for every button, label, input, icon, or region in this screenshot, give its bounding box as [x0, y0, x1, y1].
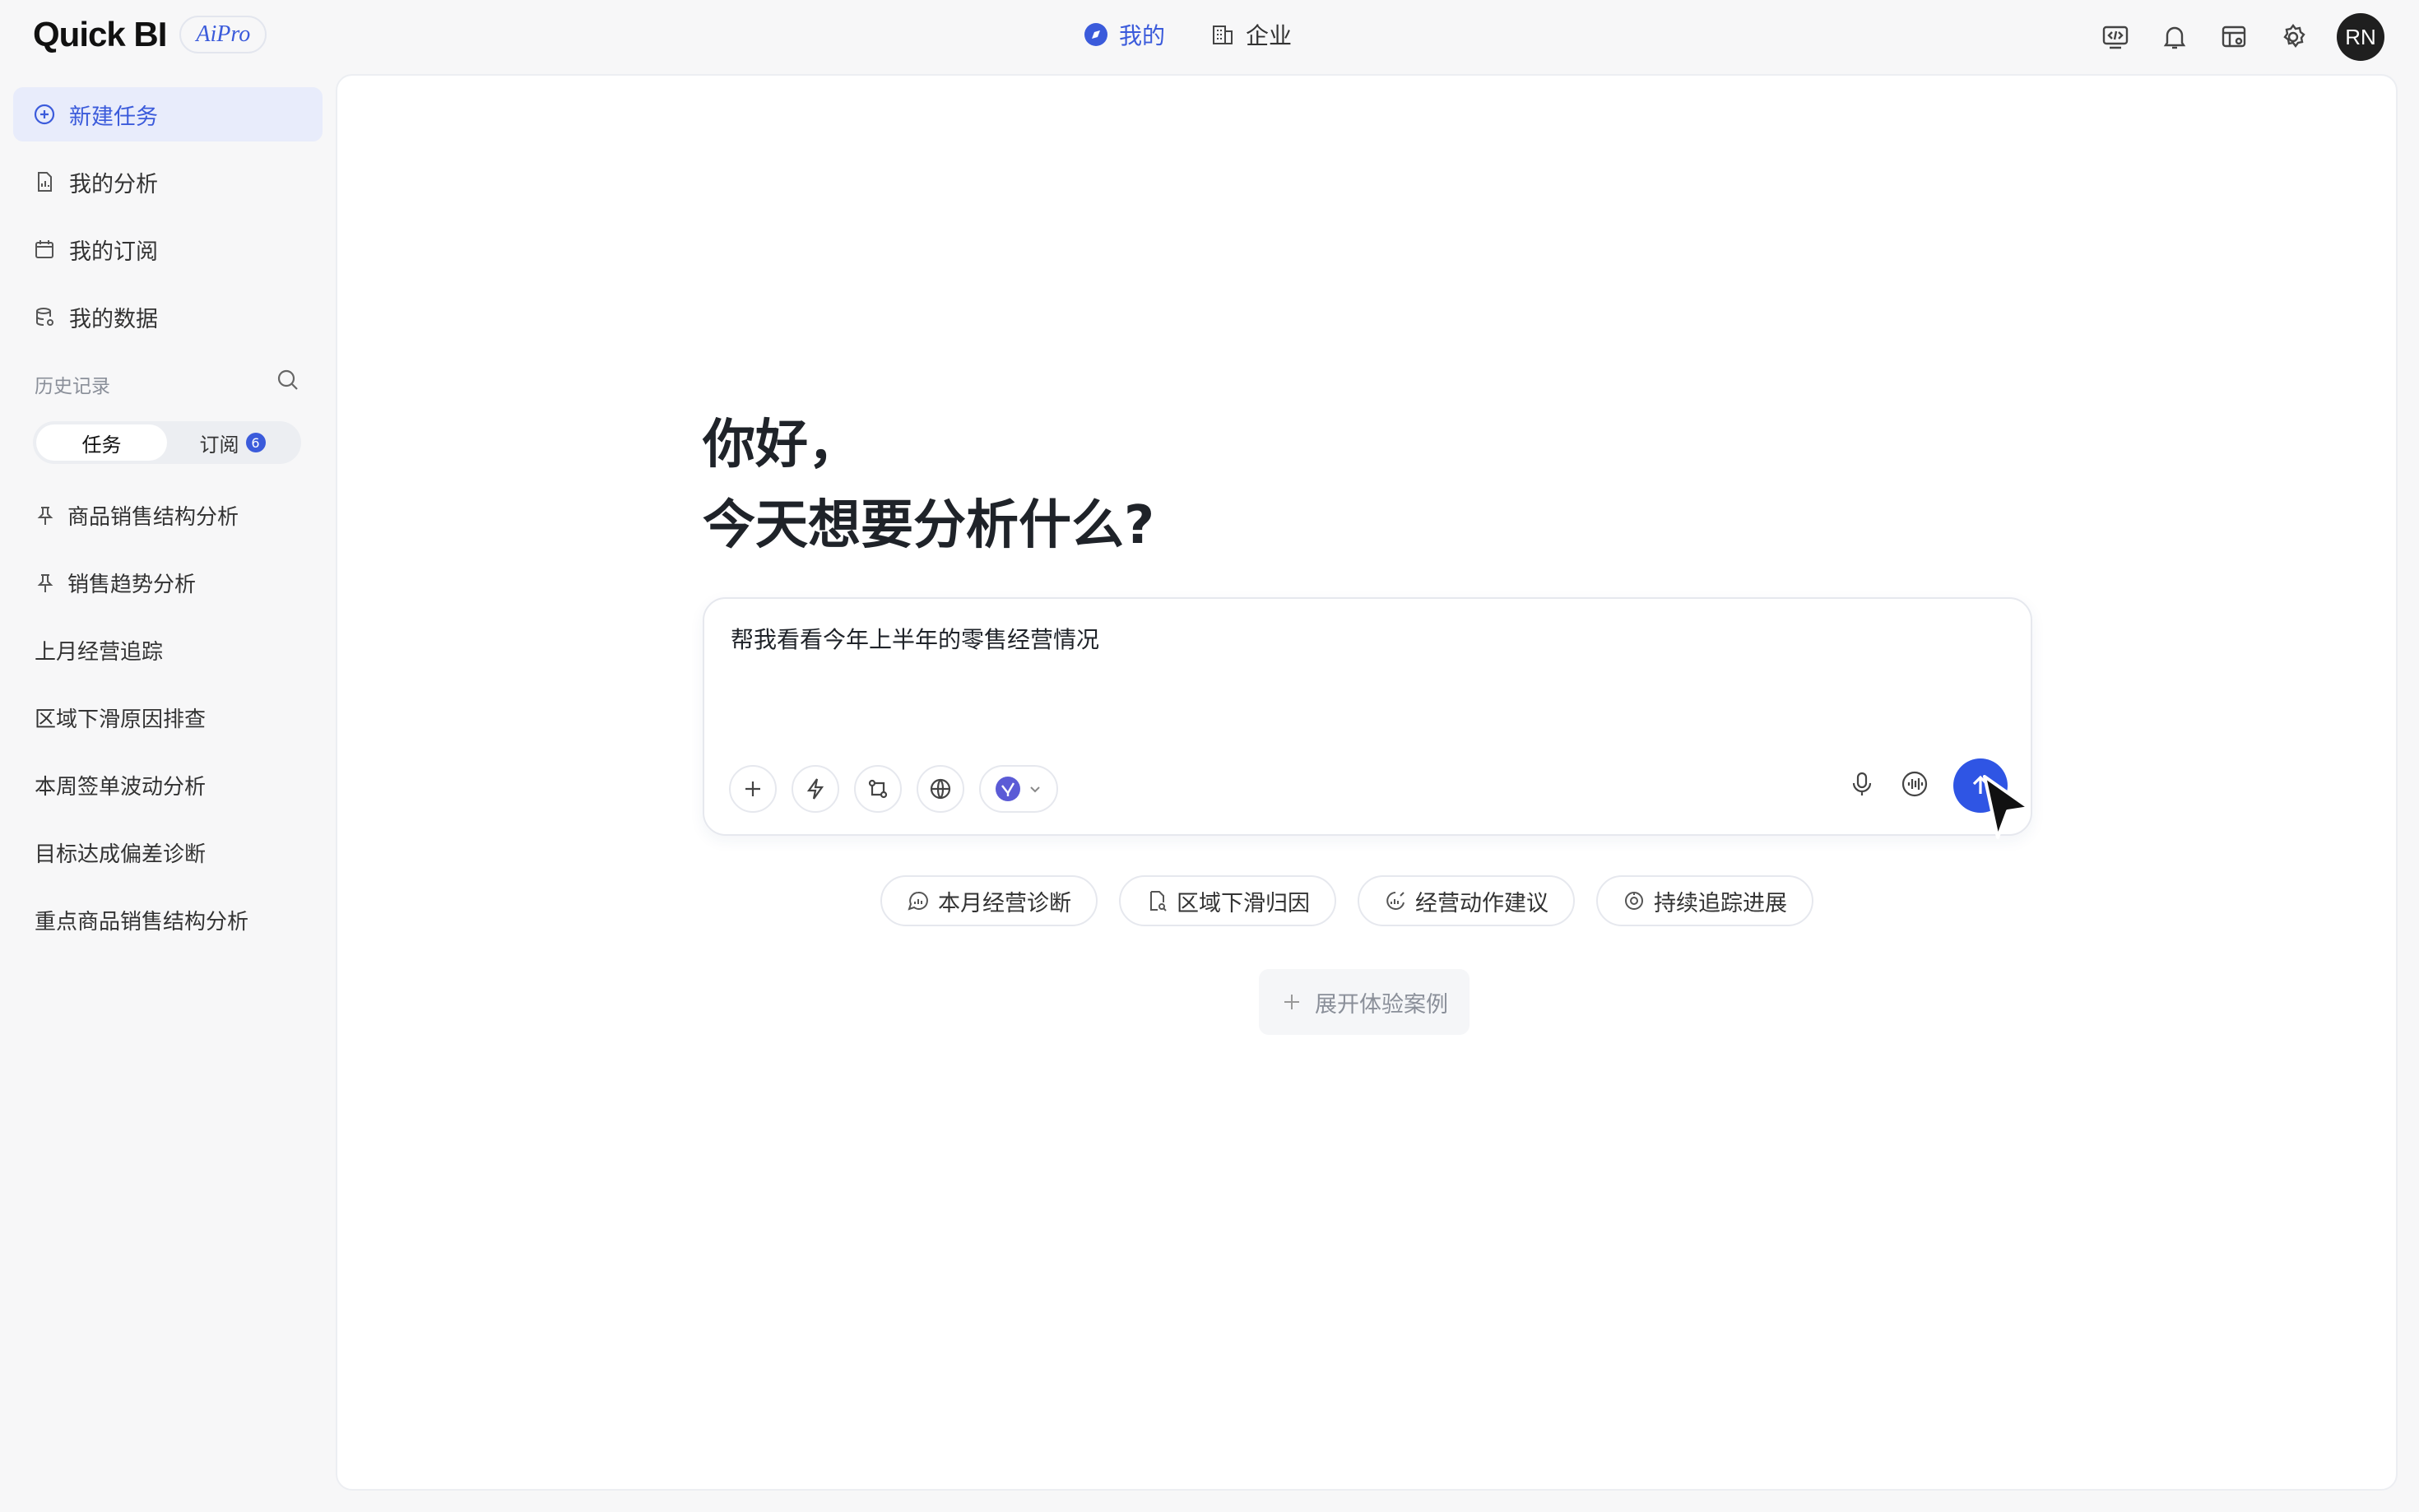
new-task-button[interactable]: 新建任务: [13, 87, 323, 141]
target-icon: [1625, 892, 1643, 910]
sidebar-item-label: 我的订阅: [69, 239, 158, 265]
tab-subscriptions[interactable]: 订阅 6: [167, 424, 298, 461]
dashboard-settings-icon[interactable]: [2218, 21, 2250, 53]
sidebar: 新建任务 我的分析 我的订阅 我的数据 历史记录 任务 订阅 6 商品销售结构分…: [0, 74, 336, 1512]
workflow-button[interactable]: [854, 765, 902, 813]
mouse-cursor-icon: [1983, 775, 2031, 839]
avatar[interactable]: RN: [2337, 13, 2384, 61]
chart-bubble-icon: [1386, 892, 1405, 910]
expand-examples-label: 展开体验案例: [1315, 991, 1448, 1018]
building-icon: [1213, 26, 1233, 44]
top-nav: 我的 企业: [1083, 18, 1292, 51]
top-icons: RN: [2100, 13, 2384, 61]
greeting-line-2: 今天想要分析什么?: [703, 495, 1155, 556]
voice-call-button[interactable]: [1901, 770, 1929, 801]
suggestion-chip-attribution[interactable]: 区域下滑归因: [1119, 875, 1336, 926]
tab-mine[interactable]: 我的: [1083, 18, 1165, 51]
document-chart-icon: [38, 172, 52, 192]
lightning-icon: [806, 778, 824, 800]
voice-input-button[interactable]: [1848, 770, 1876, 801]
chat-bubble-icon: [908, 891, 928, 911]
waveform-icon: [1901, 771, 1928, 797]
history-item-label: 商品销售结构分析: [67, 505, 239, 530]
tab-enterprise-label: 企业: [1246, 22, 1293, 49]
globe-icon: [930, 778, 951, 800]
sidebar-item-my-data[interactable]: 我的数据: [13, 290, 323, 344]
history-item-label: 目标达成偏差诊断: [35, 842, 207, 867]
plus-icon: [1284, 995, 1299, 1009]
history-tabs: 任务 订阅 6: [33, 421, 301, 464]
calendar-icon: [35, 240, 53, 258]
sidebar-item-my-subscriptions[interactable]: 我的订阅: [13, 222, 323, 276]
flow-icon: [868, 779, 888, 799]
greeting: 你好， 今天想要分析什么?: [703, 405, 1154, 566]
suggestion-chip-advice[interactable]: 经营动作建议: [1358, 875, 1575, 926]
count-badge: 6: [245, 433, 266, 452]
history-item-label: 区域下滑原因排查: [35, 707, 207, 732]
brand[interactable]: Quick BI AiPro: [33, 15, 267, 54]
tab-mine-label: 我的: [1119, 22, 1166, 49]
pin-icon: [37, 506, 53, 525]
ai-model-icon: [996, 777, 1020, 801]
plus-circle-icon: [34, 104, 55, 125]
sidebar-item-label: 我的数据: [69, 306, 158, 332]
code-screen-icon[interactable]: [2100, 21, 2131, 53]
search-icon[interactable]: [275, 367, 301, 393]
document-search-icon: [1150, 891, 1167, 911]
brand-logo: Quick BI: [33, 15, 167, 53]
history-item-label: 销售趋势分析: [67, 573, 197, 597]
history-item-label: 上月经营追踪: [35, 640, 164, 665]
history-item[interactable]: 区域下滑原因排查: [35, 703, 206, 733]
prompt-input[interactable]: 帮我看看今年上半年的零售经营情况: [731, 622, 1099, 655]
chip-label: 本月经营诊断: [938, 890, 1071, 916]
gear-icon[interactable]: [2277, 21, 2309, 53]
suggestion-chips: 本月经营诊断 区域下滑归因 经营动作建议 持续追踪进展: [880, 875, 1813, 926]
history-item[interactable]: 本周签单波动分析: [35, 770, 206, 800]
microphone-icon: [1852, 772, 1872, 795]
aipro-badge: AiPro: [179, 16, 267, 53]
compass-icon: [1084, 23, 1107, 46]
pin-icon: [37, 573, 53, 592]
tab-subscriptions-label: 订阅: [199, 433, 239, 457]
sidebar-item-label: 我的分析: [69, 171, 158, 197]
plus-icon: [745, 782, 760, 796]
history-item[interactable]: 重点商品销售结构分析: [35, 905, 248, 935]
database-icon: [36, 308, 53, 326]
history-item[interactable]: 商品销售结构分析: [35, 500, 239, 531]
sidebar-item-my-analysis[interactable]: 我的分析: [13, 155, 323, 209]
tab-tasks[interactable]: 任务: [36, 424, 167, 461]
quick-mode-button[interactable]: [792, 765, 839, 813]
input-toolbar-left: [729, 765, 1058, 813]
history-item-label: 重点商品销售结构分析: [35, 910, 249, 935]
chip-label: 持续追踪进展: [1654, 890, 1787, 916]
suggestion-chip-diagnosis[interactable]: 本月经营诊断: [880, 875, 1098, 926]
chip-label: 区域下滑归因: [1177, 890, 1310, 916]
top-bar: Quick BI AiPro 我的 企业 RN: [0, 0, 2419, 74]
web-search-button[interactable]: [917, 765, 964, 813]
history-item[interactable]: 目标达成偏差诊断: [35, 837, 206, 868]
history-item[interactable]: 销售趋势分析: [35, 568, 196, 598]
history-label: 历史记录: [35, 376, 110, 397]
history-item[interactable]: 上月经营追踪: [35, 635, 163, 666]
prompt-input-box[interactable]: 帮我看看今年上半年的零售经营情况: [703, 597, 2032, 836]
tab-enterprise[interactable]: 企业: [1210, 18, 1292, 51]
chevron-down-icon: [1030, 786, 1040, 793]
bell-icon[interactable]: [2159, 21, 2190, 53]
greeting-line-1: 你好，: [703, 415, 861, 475]
history-item-label: 本周签单波动分析: [35, 775, 207, 800]
add-attachment-button[interactable]: [729, 765, 777, 813]
new-task-label: 新建任务: [69, 104, 158, 130]
tab-tasks-label: 任务: [81, 433, 122, 457]
model-selector[interactable]: [979, 765, 1058, 813]
suggestion-chip-tracking[interactable]: 持续追踪进展: [1596, 875, 1813, 926]
chip-label: 经营动作建议: [1415, 890, 1548, 916]
expand-examples-button[interactable]: 展开体验案例: [1259, 969, 1470, 1035]
